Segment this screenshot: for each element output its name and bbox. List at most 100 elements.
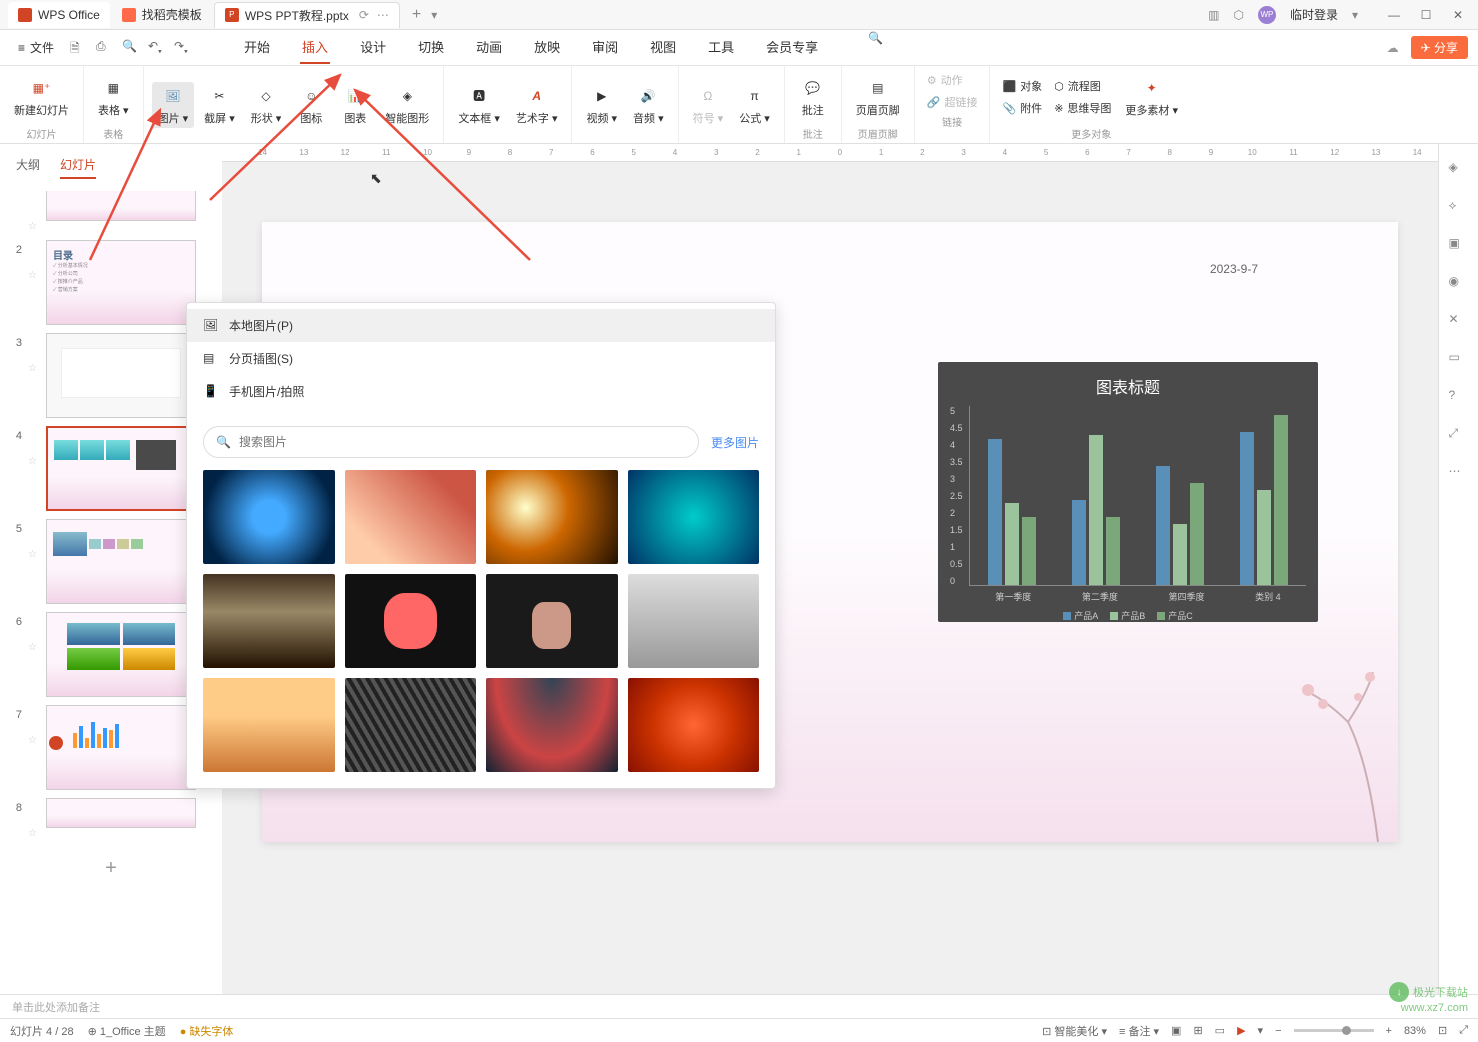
menu-tab-review[interactable]: 审阅 [590,31,620,64]
image-search[interactable]: 🔍 [203,426,699,458]
image-button[interactable]: 🖼 图片 ▾ [152,82,195,128]
layers-icon[interactable]: ▣ [1449,236,1469,256]
redo-icon[interactable]: ↷▾ [174,39,192,57]
screenshot-button[interactable]: ✂ 截屏 ▾ [198,82,241,128]
star-icon[interactable]: ⟡ [1449,198,1469,218]
stock-image-bacteria[interactable] [628,470,760,564]
slide-item[interactable]: 8☆ [8,798,214,839]
menu-tab-slideshow[interactable]: 放映 [532,31,562,64]
menu-tab-start[interactable]: 开始 [242,31,272,64]
flowchart-button[interactable]: ⬡流程图 [1050,76,1115,96]
video-button[interactable]: ▶ 视频 ▾ [580,82,623,128]
diamond-icon[interactable]: ◈ [1449,160,1469,180]
book-icon[interactable]: ▭ [1449,350,1469,370]
beautify-button[interactable]: ⊡ 智能美化 ▾ [1042,1023,1107,1039]
more-icon[interactable]: ⋯ [1449,464,1469,484]
slide-chart[interactable]: 图表标题 54.543.532.521.510.50 第一季度第二季度第四季度类… [938,362,1318,622]
stock-image-architecture[interactable] [345,678,477,772]
slide-item[interactable]: 4☆ [8,426,214,511]
tab-template[interactable]: 找稻壳模板 [112,2,212,28]
undo-icon[interactable]: ↶▾ [148,39,166,57]
chart-button[interactable]: 📊 图表 [335,82,375,128]
comment-button[interactable]: 💬 批注 [793,74,833,120]
menu-tab-member[interactable]: 会员专享 [764,31,820,64]
menu-tab-view[interactable]: 视图 [648,31,678,64]
notes-area[interactable]: 单击此处添加备注 [0,994,1478,1018]
header-footer-button[interactable]: ▤ 页眉页脚 [850,74,906,120]
shapes-button[interactable]: ◇ 形状 ▾ [245,82,288,128]
palette-icon[interactable]: ◉ [1449,274,1469,294]
close-button[interactable]: ✕ [1446,3,1470,27]
stock-image-welding[interactable] [486,470,618,564]
stock-image-ai[interactable] [203,470,335,564]
more-material-button[interactable]: ✦ 更多素材 ▾ [1119,74,1184,120]
equation-button[interactable]: π 公式 ▾ [733,82,776,128]
login-label[interactable]: 临时登录 [1290,6,1338,23]
add-slide-button[interactable]: + [8,847,214,890]
object-button[interactable]: ⬛对象 [998,76,1046,96]
notes-toggle[interactable]: ≡ 备注 ▾ [1119,1023,1159,1039]
zoom-slider[interactable] [1294,1029,1374,1032]
tab-sync-icon[interactable]: ⟳ [359,8,369,22]
zoom-in[interactable]: + [1386,1025,1392,1037]
avatar-icon[interactable]: WP [1258,6,1276,24]
smartart-button[interactable]: ◈ 智能图形 [379,82,435,128]
slides-tab[interactable]: 幻灯片 [60,152,96,179]
expand-icon[interactable]: ⤢ [1459,1024,1468,1037]
theme-indicator[interactable]: ⊕ 1_Office 主题 [88,1023,166,1039]
page-illustration-item[interactable]: ▤ 分页插图(S) [187,342,775,375]
view-normal-icon[interactable]: ▣ [1171,1024,1181,1037]
menu-tab-design[interactable]: 设计 [358,31,388,64]
book-icon[interactable]: ▥ [1208,8,1219,22]
local-image-item[interactable]: 🖼 本地图片(P) [187,309,775,342]
icons-button[interactable]: ☺ 图标 [291,82,331,128]
new-slide-button[interactable]: ▦⁺ 新建幻灯片 [8,74,75,120]
slide-item[interactable]: 7☆ [8,705,214,790]
search-icon[interactable]: 🔍 [868,31,883,64]
menu-tab-animation[interactable]: 动画 [474,31,504,64]
menu-tab-transition[interactable]: 切换 [416,31,446,64]
cloud-icon[interactable]: ☁ [1387,41,1399,55]
tab-more-icon[interactable]: ⋯ [377,8,389,22]
share-button[interactable]: ✈ 分享 [1411,36,1468,59]
slide-item[interactable]: 2☆目录✓ 分析基本情况✓ 分析公司✓ 按推介产品✓ 营销方案 [8,240,214,325]
help-icon[interactable]: ? [1449,388,1469,408]
menu-tab-insert[interactable]: 插入 [300,31,330,64]
tab-add[interactable]: + [402,6,431,24]
mobile-photo-item[interactable]: 📱 手机图片/拍照 [187,375,775,408]
stock-image-leaves[interactable] [628,678,760,772]
minimize-button[interactable]: — [1382,3,1406,27]
view-dropdown[interactable]: ▾ [1258,1024,1264,1037]
zoom-level[interactable]: 83% [1404,1025,1426,1037]
stock-image-dna[interactable] [345,470,477,564]
textbox-button[interactable]: 🅰 文本框 ▾ [452,82,506,128]
tab-dropdown-icon[interactable]: ▾ [431,8,437,22]
mindmap-button[interactable]: ※思维导图 [1050,98,1115,118]
wordart-button[interactable]: A 艺术字 ▾ [510,82,564,128]
slide-item[interactable]: ☆ [8,191,214,232]
chevron-down-icon[interactable]: ▾ [1352,8,1358,22]
slide-item[interactable]: 5☆ [8,519,214,604]
save-icon[interactable]: 🗎 [70,39,88,57]
view-sorter-icon[interactable]: ⊞ [1193,1024,1202,1037]
stock-image-workout[interactable] [628,574,760,668]
missing-font-warning[interactable]: ● 缺失字体 [180,1023,234,1039]
symbol-button[interactable]: Ω 符号 ▾ [687,82,730,128]
slide-item[interactable]: 3☆ [8,333,214,418]
image-search-input[interactable] [239,435,686,449]
tab-active-file[interactable]: P WPS PPT教程.pptx ⟳ ⋯ [214,2,400,28]
tab-wps[interactable]: WPS Office [8,2,110,28]
preview-icon[interactable]: 🔍 [122,39,140,57]
view-reading-icon[interactable]: ▭ [1215,1024,1225,1037]
slide-item[interactable]: 6☆ [8,612,214,697]
print-icon[interactable]: ⎙ [96,39,114,57]
more-images-link[interactable]: 更多图片 [711,434,759,451]
menu-tab-tools[interactable]: 工具 [706,31,736,64]
file-menu[interactable]: ≡ 文件 [10,35,62,60]
maximize-button[interactable]: ☐ [1414,3,1438,27]
outline-tab[interactable]: 大纲 [16,152,40,179]
attachment-button[interactable]: 📎附件 [998,98,1046,118]
stock-image-cat[interactable] [203,574,335,668]
zoom-out[interactable]: − [1275,1025,1281,1037]
audio-button[interactable]: 🔊 音频 ▾ [627,82,670,128]
